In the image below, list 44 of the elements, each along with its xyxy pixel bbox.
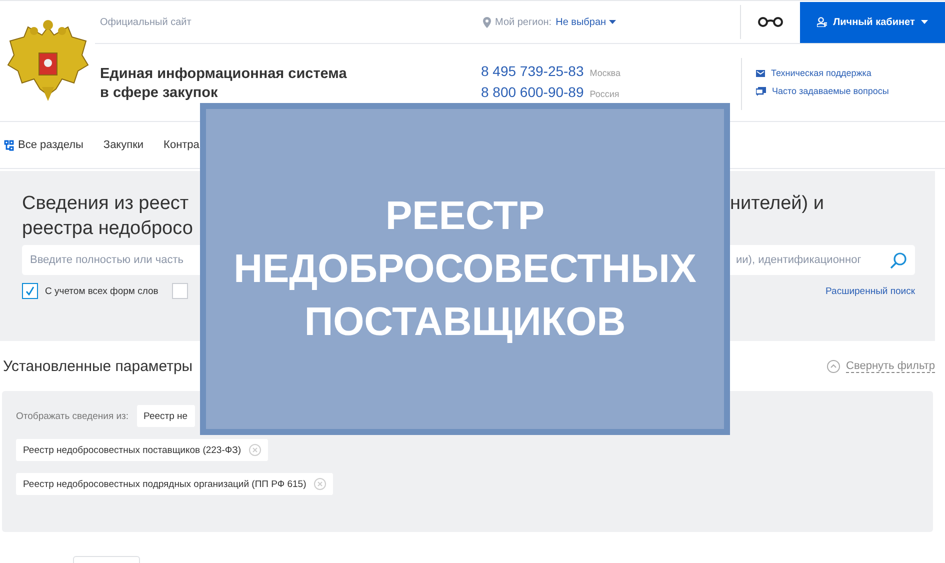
site-title: Единая информационная система в сфере закупок (100, 65, 348, 103)
region-label: Мой регион: (495, 16, 552, 28)
region-dropdown[interactable]: Не выбран (556, 16, 616, 28)
search-icon[interactable] (890, 252, 907, 268)
nav-link[interactable]: Контра (164, 139, 200, 151)
search-heading: Сведения из реест (22, 192, 190, 216)
checkbox[interactable] (172, 283, 188, 299)
chip-label: Реестр недобросовестных подрядных организаций (ПП РФ 615) (23, 478, 306, 490)
phone-city: Россия (590, 88, 620, 101)
checkbox[interactable] (22, 283, 38, 299)
collapse-filter-link[interactable]: Свернуть фильтр (827, 360, 935, 372)
envelope-icon (756, 70, 765, 76)
sections-icon (4, 140, 14, 150)
remove-icon[interactable] (314, 478, 326, 490)
glasses-icon[interactable] (757, 17, 784, 27)
phone-number: 8 800 600-90-89 (481, 84, 584, 100)
chevron-up-icon (827, 360, 840, 372)
account-button[interactable]: Личный кабинет (800, 2, 945, 42)
advanced-search-link[interactable]: Расширенный поиск (826, 286, 915, 296)
phone-city: Москва (590, 67, 620, 80)
banner-text: РЕЕСТР (385, 192, 545, 240)
nav-link[interactable]: Все разделы (4, 139, 84, 151)
banner-text: ПОСТАВЩИКОВ (304, 298, 626, 346)
banner-text: НЕДОБРОСОВЕСТНЫХ (234, 246, 696, 292)
checkbox-label: С учетом всех форм слов (45, 286, 158, 296)
show-from-label: Отображать сведения из: (16, 410, 129, 424)
support-link[interactable]: Техническая поддержка (756, 68, 889, 78)
search-field[interactable]: Введите полностью или часть (22, 245, 200, 275)
caret-icon (920, 20, 928, 24)
official-site-label: Официальный сайт (100, 16, 192, 28)
params-heading: Установленные параметры (3, 358, 193, 374)
checkmark-icon (25, 286, 35, 296)
remove-icon[interactable] (249, 444, 262, 456)
search-heading: реестра недобросо (22, 217, 194, 241)
caret-icon (609, 20, 616, 24)
chat-icon (756, 86, 766, 96)
search-heading: нителей) и (730, 192, 826, 216)
chip-label: Реестр недобросовестных поставщиков (223-ФЗ) (23, 444, 242, 456)
location-pin-icon (483, 16, 491, 28)
support-link[interactable]: Часто задаваемые вопросы (756, 86, 889, 96)
user-icon (817, 17, 828, 27)
phone-number: 8 495 739-25-83 (481, 63, 584, 79)
nav-link[interactable]: Закупки (103, 139, 144, 151)
chip-label: Реестр не (144, 410, 188, 422)
